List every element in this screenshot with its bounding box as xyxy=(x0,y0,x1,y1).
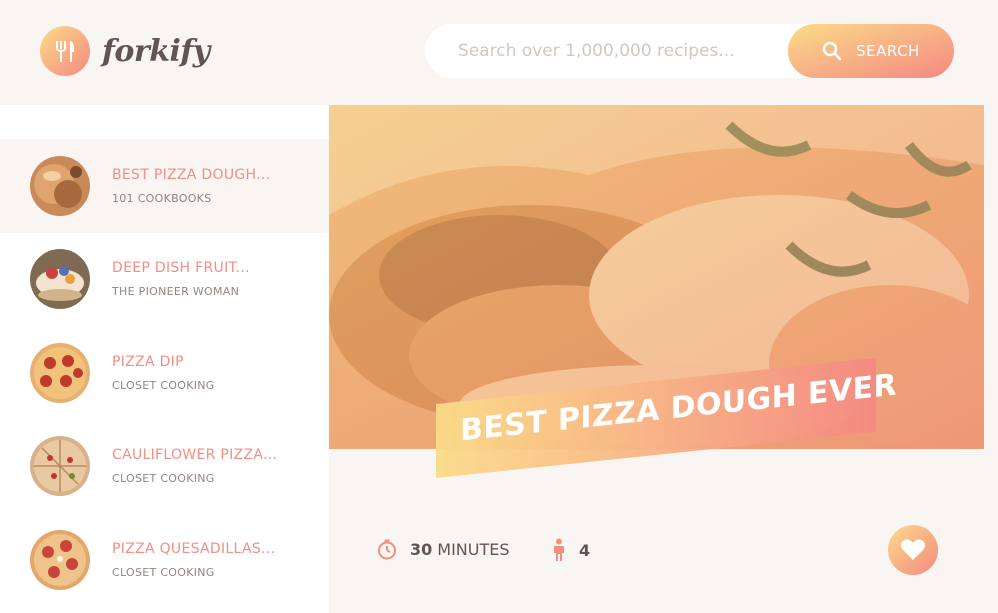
result-author: THE PIONEER WOMAN xyxy=(112,285,240,299)
header: forkify SEARCH xyxy=(0,0,998,105)
logo-text: forkify xyxy=(102,33,210,69)
heart-icon xyxy=(901,539,925,560)
results-list: BEST PIZZA DOUGH... 101 COOKBOOKS DEEP D… xyxy=(0,105,329,613)
fork-knife-icon xyxy=(40,26,90,76)
search-input[interactable] xyxy=(458,24,788,78)
recipe-thumbnail xyxy=(30,155,90,216)
result-title: DEEP DISH FRUIT... xyxy=(112,260,250,277)
result-author: 101 COOKBOOKS xyxy=(112,191,212,205)
search-icon xyxy=(822,41,842,61)
recipe-servings: 4 xyxy=(551,538,595,562)
result-author: CLOSET COOKING xyxy=(112,472,215,486)
timer-icon xyxy=(378,539,396,560)
result-item[interactable]: CAULIFLOWER PIZZA... CLOSET COOKING xyxy=(0,420,329,514)
logo[interactable]: forkify xyxy=(40,26,210,76)
result-title: BEST PIZZA DOUGH... xyxy=(112,166,271,183)
result-title: CAULIFLOWER PIZZA... xyxy=(112,447,278,464)
result-title: PIZZA QUESADILLAS... xyxy=(112,540,276,557)
time-unit: MINUTES xyxy=(437,539,510,559)
result-author: CLOSET COOKING xyxy=(112,565,215,579)
result-item[interactable]: BEST PIZZA DOUGH... 101 COOKBOOKS xyxy=(0,139,329,233)
servings-value: 4 xyxy=(579,540,591,560)
result-item[interactable]: DEEP DISH FRUIT... THE PIONEER WOMAN xyxy=(0,233,329,327)
recipe-thumbnail xyxy=(30,529,90,590)
search-button-label: SEARCH xyxy=(856,42,920,60)
result-item[interactable]: PIZZA QUESADILLAS... CLOSET COOKING xyxy=(0,513,329,607)
recipe-thumbnail xyxy=(30,249,90,310)
search-form: SEARCH xyxy=(425,24,954,78)
bookmark-button[interactable] xyxy=(888,525,938,575)
recipe-thumbnail xyxy=(30,436,90,497)
recipe-cooking-time: 30 MINUTES xyxy=(376,538,510,560)
result-title: PIZZA DIP xyxy=(112,353,184,370)
search-button[interactable]: SEARCH xyxy=(788,24,954,78)
person-icon xyxy=(554,538,564,561)
result-author: CLOSET COOKING xyxy=(112,378,215,392)
recipe-thumbnail xyxy=(30,342,90,403)
result-item[interactable]: PIZZA DIP CLOSET COOKING xyxy=(0,326,329,420)
time-value: 30 xyxy=(410,539,433,559)
